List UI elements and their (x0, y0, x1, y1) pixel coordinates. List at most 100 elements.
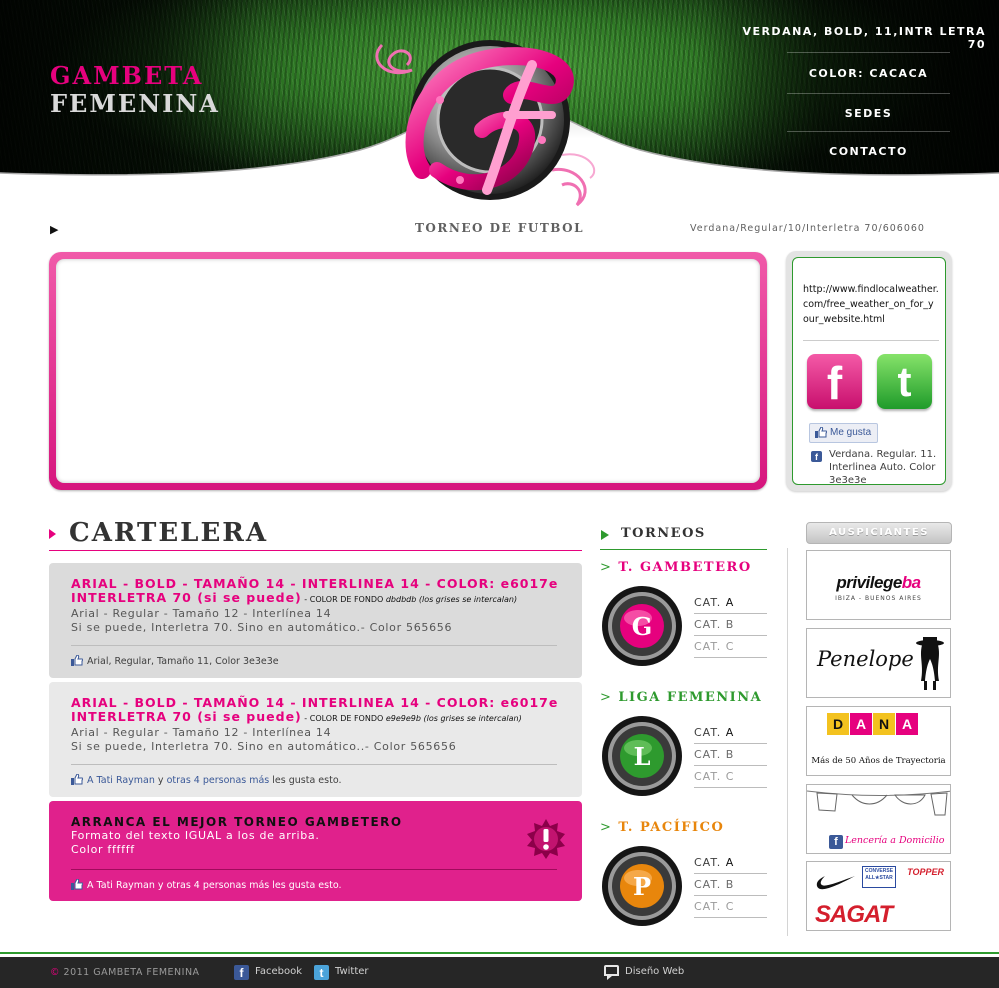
weather-widget-link[interactable]: http://www.findlocalweather.com/free_wea… (803, 282, 939, 327)
nav-item-color[interactable]: COLOR: CACACA (787, 67, 950, 80)
nav-divider (787, 93, 950, 94)
widget-font-note: Verdana. Regular. 11. Interlinea Auto. C… (829, 449, 937, 486)
footer-twitter-link[interactable]: t Twitter (314, 965, 369, 980)
post-headline[interactable]: ARRANCA EL MEJOR TORNEO GAMBETERO (71, 815, 560, 829)
facebook-icon: f (234, 965, 249, 980)
tournament-g-badge-icon[interactable]: G (602, 586, 686, 670)
category-a-link[interactable]: CAT. A (694, 722, 767, 744)
column-divider (787, 548, 788, 936)
facebook-small-icon: f (811, 451, 822, 462)
twitter-icon: t (314, 965, 329, 980)
tournament-title-text: T. PACÍFICO (618, 820, 725, 835)
footer-facebook-label: Facebook (255, 966, 302, 977)
category-c-link[interactable]: CAT. C (694, 766, 767, 788)
footer-diseno-link[interactable]: Diseño Web (604, 965, 684, 980)
tournament-title[interactable]: > T. GAMBETERO (600, 560, 752, 575)
post-footer-text: Arial, Regular, Tamaño 11, Color 3e3e3e (87, 656, 279, 667)
thumbs-up-icon[interactable] (71, 879, 83, 890)
post-headline[interactable]: ARIAL - BOLD - TAMAÑO 14 - INTERLINEA 14… (71, 577, 560, 607)
sponsor-privilege[interactable]: privilegeba IBIZA - BUENOS AIRES (806, 550, 951, 620)
category-letter: B (725, 748, 735, 761)
footer-facebook-link[interactable]: f Facebook (234, 965, 302, 980)
category-prefix: CAT. (694, 770, 726, 783)
category-list: CAT. A CAT. B CAT. C (694, 722, 767, 788)
gf-emblem-logo[interactable] (362, 20, 612, 210)
nav-item-sedes[interactable]: SEDES (787, 107, 950, 120)
dana-tile-letter: N (873, 713, 895, 735)
category-prefix: CAT. (694, 596, 726, 609)
sponsor-lenceria[interactable]: f Lencería a Domicilio (806, 784, 951, 854)
category-b-link[interactable]: CAT. B (694, 744, 767, 766)
like-button-label: Me gusta (830, 427, 872, 438)
post-bg-note: - COLOR DE FONDO dbdbdb (los grises se i… (302, 595, 517, 604)
brand-logo-text[interactable]: GAMBETA FEMENINA (50, 62, 220, 118)
other-likers-link[interactable]: otras 4 personas más (167, 880, 270, 891)
news-post: ARIAL - BOLD - TAMAÑO 14 - INTERLINEA 14… (49, 563, 582, 678)
footer-diseno-label: Diseño Web (625, 966, 685, 977)
category-letter: B (725, 878, 735, 891)
copyright-text: 2011 GAMBETA FEMENINA (60, 967, 200, 978)
category-prefix: CAT. (694, 878, 726, 891)
social-widget-inner: http://www.findlocalweather.com/free_wea… (792, 257, 946, 486)
thumbs-up-icon[interactable] (71, 774, 83, 785)
category-prefix: CAT. (694, 640, 726, 653)
liker-name-link[interactable]: Tati Rayman (97, 880, 155, 891)
sponsor-converse-logo: CONVERSE ALL★STAR (862, 866, 896, 888)
category-prefix: CAT. (694, 618, 726, 631)
banner-content-area (56, 259, 760, 483)
post-body-line: Formato del texto IGUAL a los de arriba. (71, 829, 320, 842)
play-arrow-icon[interactable]: ▶ (50, 223, 58, 236)
facebook-icon[interactable]: f (807, 354, 862, 409)
twitter-icon[interactable]: t (877, 354, 932, 409)
banner-frame (49, 252, 767, 490)
news-post: ARIAL - BOLD - TAMAÑO 14 - INTERLINEA 14… (49, 682, 582, 797)
category-c-link[interactable]: CAT. C (694, 636, 767, 658)
like-button[interactable]: Me gusta (809, 423, 879, 443)
category-prefix: CAT. (694, 748, 726, 761)
tournament-title[interactable]: > LIGA FEMENINA (600, 690, 762, 705)
copyright-symbol: © (50, 967, 60, 978)
footer-twitter-label: Twitter (335, 966, 369, 977)
hat-figure-icon (916, 637, 944, 690)
post-body-line: Color ffffff (71, 843, 135, 856)
dana-tile-letter: D (827, 713, 849, 735)
tournament-title-text: T. GAMBETERO (618, 560, 752, 575)
category-b-link[interactable]: CAT. B (694, 614, 767, 636)
tournament-p-badge-icon[interactable]: P (602, 846, 686, 930)
sponsor-sagat-logo: SAGAT (815, 901, 893, 928)
sponsor-penelope[interactable]: Penelope (806, 628, 951, 698)
site-header: GAMBETA FEMENINA VERDANA, BOLD, 11,INTR … (0, 0, 999, 210)
category-a-link[interactable]: CAT. A (694, 852, 767, 874)
category-letter: A (725, 856, 735, 869)
post-bg-note-italic: e9e9e9b (los grises se intercalan) (385, 714, 522, 723)
nav-item-font-note[interactable]: VERDANA, BOLD, 11,INTR LETRA 70 (730, 25, 992, 51)
tournament-l-badge-icon[interactable]: L (602, 716, 686, 800)
category-a-link[interactable]: CAT. A (694, 592, 767, 614)
tournament-title[interactable]: > T. PACÍFICO (600, 820, 724, 835)
cartelera-title: CARTELERA (69, 518, 269, 548)
brand-line-femenina: FEMENINA (50, 89, 220, 118)
nav-item-contacto[interactable]: CONTACTO (787, 145, 950, 158)
liker-name-link[interactable]: Tati Rayman (97, 775, 155, 786)
nav-divider (787, 52, 950, 53)
category-letter: C (725, 640, 735, 653)
pink-arrow-icon (49, 529, 56, 539)
like-suffix: les gusta esto. (269, 775, 342, 786)
sponsor-dana[interactable]: DANA Más de 50 Años de Trayectoria (806, 706, 951, 776)
post-bg-note-prefix: - COLOR DE FONDO (301, 714, 386, 723)
title-font-note: Verdana/Regular/10/Interletra 70/606060 (690, 223, 925, 234)
like-conjunction: y (154, 880, 167, 891)
category-letter: B (725, 618, 735, 631)
post-bg-note-prefix: - COLOR DE FONDO (301, 595, 386, 604)
category-b-link[interactable]: CAT. B (694, 874, 767, 896)
post-headline[interactable]: ARIAL - BOLD - TAMAÑO 14 - INTERLINEA 14… (71, 696, 560, 726)
sponsor-sagat[interactable]: CONVERSE ALL★STAR TOPPER SAGAT (806, 861, 951, 931)
like-prefix: A (87, 775, 97, 786)
speech-bubble-icon (604, 965, 619, 980)
category-letter: A (725, 726, 735, 739)
widget-divider (803, 340, 939, 341)
thumbs-up-icon[interactable] (71, 655, 83, 666)
category-c-link[interactable]: CAT. C (694, 896, 767, 918)
other-likers-link[interactable]: otras 4 personas más (167, 775, 270, 786)
clothesline-icon (807, 790, 950, 816)
